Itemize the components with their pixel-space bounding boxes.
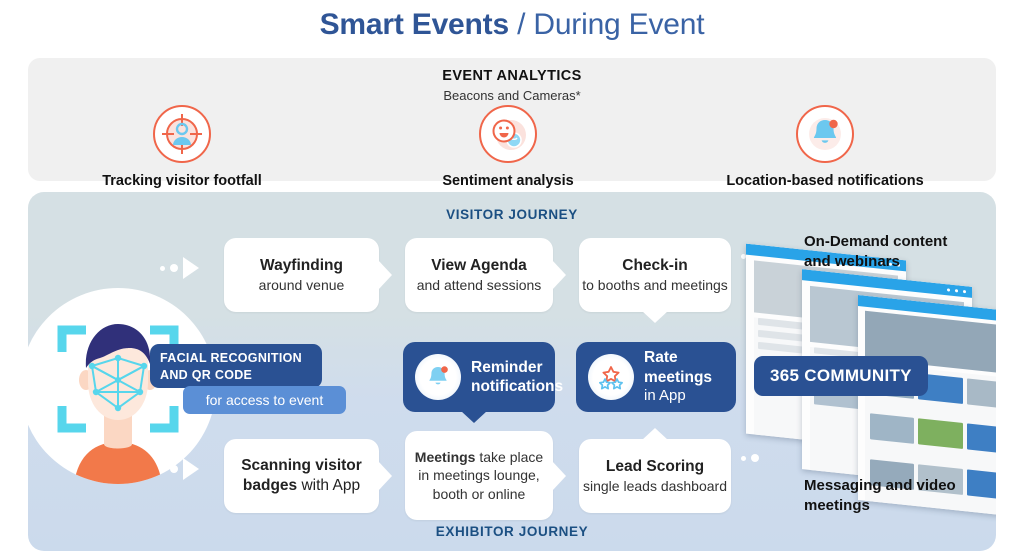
messaging-label: Messaging and video meetings xyxy=(804,476,956,515)
card-wayfinding-title: Wayfinding xyxy=(260,256,343,274)
dot-medium xyxy=(170,465,178,473)
dot-small xyxy=(160,466,165,472)
exhibitor-journey-label: EXHIBITOR JOURNEY xyxy=(435,524,589,539)
analytics-label-location: Location-based notifications xyxy=(726,173,924,189)
page-title-strong: Smart Events xyxy=(319,8,510,41)
messaging-label-line1: Messaging and video xyxy=(804,477,956,494)
analytics-item-sentiment[interactable]: Sentiment analysis xyxy=(398,105,618,189)
visitor-journey-label: VISITOR JOURNEY xyxy=(446,207,578,222)
card-meetings-line2: in meetings lounge, xyxy=(418,467,540,484)
access-to-event-pill: for access to event xyxy=(183,386,346,414)
card-scanning-line2: badges with App xyxy=(242,477,361,494)
card-reminder-text: Reminder notifications xyxy=(471,358,563,397)
facial-pill-line1: FACIAL RECOGNITION xyxy=(160,351,302,365)
analytics-label-sentiment: Sentiment analysis xyxy=(442,173,574,189)
stars-rating-icon xyxy=(588,354,634,400)
community-badge: 365 COMMUNITY xyxy=(754,356,928,396)
messaging-label-line2: meetings xyxy=(804,496,870,514)
on-demand-label-line2: and webinars xyxy=(804,252,900,270)
card-lead-scoring[interactable]: Lead Scoring single leads dashboard xyxy=(579,439,731,513)
card-scanning-badges[interactable]: Scanning visitor badges with App xyxy=(224,439,379,513)
analytics-label-tracking: Tracking visitor footfall xyxy=(102,173,262,189)
card-reminder-title: Reminder xyxy=(471,358,543,376)
analytics-item-location[interactable]: Location-based notifications xyxy=(715,105,935,189)
card-rate-meetings-sub: in App xyxy=(644,387,686,404)
page-title-light: During Event xyxy=(533,8,705,41)
dot-medium xyxy=(170,264,178,272)
card-rate-meetings-text: Rate meetings in App xyxy=(644,348,736,406)
card-view-agenda-title: View Agenda xyxy=(431,256,527,274)
card-view-agenda-sub: and attend sessions xyxy=(416,276,542,293)
card-lead-scoring-title: Lead Scoring xyxy=(605,457,705,475)
bell-notification-icon xyxy=(796,105,854,163)
page-title-separator: / xyxy=(508,8,534,41)
facial-pill-line2: AND QR CODE xyxy=(160,367,253,382)
card-meetings-line1: Meetings take place xyxy=(414,449,544,466)
card-wayfinding-sub: around venue xyxy=(258,276,345,293)
card-check-in-title: Check-in xyxy=(622,256,688,274)
community-mockups: 365 COMMUNITY xyxy=(736,242,996,519)
arrow-right-icon xyxy=(183,458,199,480)
arrow-right-icon xyxy=(183,257,199,279)
journey-stage: VISITOR JOURNEY EXHIBITOR JOURNEY FACIAL… xyxy=(28,192,996,551)
target-person-icon xyxy=(153,105,211,163)
card-meetings-line3: booth or online xyxy=(432,485,526,502)
facial-recognition-pill: FACIAL RECOGNITION AND QR CODE xyxy=(150,344,322,388)
card-reminder-sub: notifications xyxy=(471,378,564,395)
card-meetings[interactable]: Meetings take place in meetings lounge, … xyxy=(405,431,553,520)
card-reminder-notifications[interactable]: Reminder notifications xyxy=(403,342,563,423)
card-wayfinding[interactable]: Wayfinding around venue xyxy=(224,238,379,312)
card-lead-scoring-sub: single leads dashboard xyxy=(583,477,727,494)
analytics-item-tracking[interactable]: Tracking visitor footfall xyxy=(72,105,292,189)
arrow-visitor-start xyxy=(160,257,199,279)
page-title: Smart Events / During Event xyxy=(0,8,1024,42)
card-rate-meetings-title: Rate meetings xyxy=(644,349,713,386)
smiley-sentiment-icon xyxy=(479,105,537,163)
on-demand-label-line1: On-Demand content xyxy=(804,233,948,250)
dot-small xyxy=(160,265,165,271)
event-analytics-heading: EVENT ANALYTICS xyxy=(442,68,582,84)
event-analytics-subheading: Beacons and Cameras* xyxy=(443,88,581,103)
arrow-exhibitor-start xyxy=(160,458,199,480)
on-demand-label: On-Demand content and webinars xyxy=(804,232,947,271)
card-rate-meetings[interactable]: Rate meetings in App xyxy=(576,342,736,412)
card-check-in-sub: to booths and meetings xyxy=(582,276,728,293)
card-check-in[interactable]: Check-in to booths and meetings xyxy=(579,238,731,312)
bell-notification-icon xyxy=(415,354,461,400)
card-scanning-line1: Scanning visitor xyxy=(241,456,362,474)
card-view-agenda[interactable]: View Agenda and attend sessions xyxy=(405,238,553,312)
